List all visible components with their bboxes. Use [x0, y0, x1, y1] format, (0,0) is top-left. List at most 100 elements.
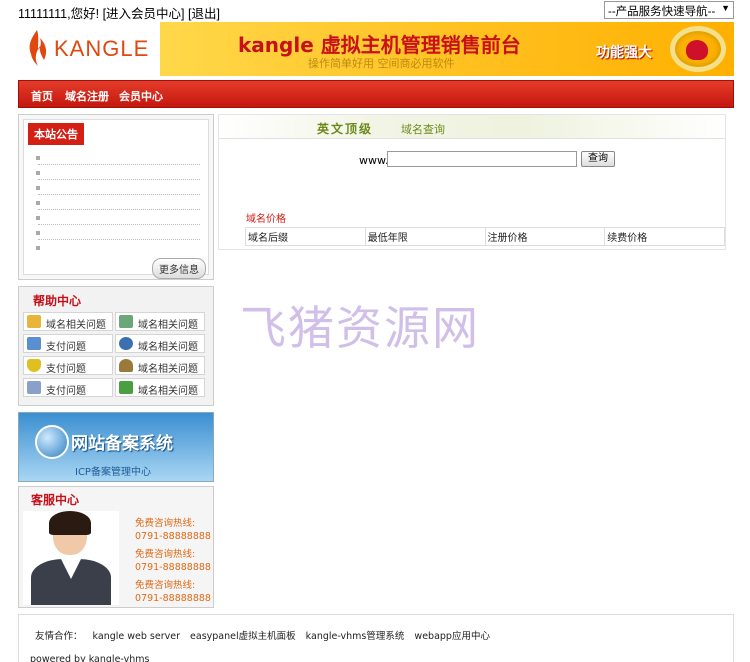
- promo-banner: kangle 虚拟主机管理销售前台 操作简单好用 空间商必用软件 功能强大: [160, 22, 734, 76]
- domain-price-table: 域名后缀 最低年限 注册价格 续费价格: [245, 227, 725, 246]
- help-item[interactable]: 域名相关问题: [23, 312, 113, 331]
- download-icon: [119, 381, 133, 394]
- notice-title: 本站公告: [28, 123, 84, 145]
- domain-search-input[interactable]: [387, 151, 577, 167]
- hotline-number: 0791-88888888: [135, 562, 211, 573]
- help-item-label: 支付问题: [46, 364, 86, 375]
- nav-home[interactable]: 首页: [31, 88, 53, 104]
- list-bullet: [36, 216, 40, 220]
- hotline-label: 免费咨询热线:: [135, 518, 196, 529]
- card-icon: [27, 381, 41, 394]
- hotline-number: 0791-88888888: [135, 593, 211, 604]
- help-item-label: 域名相关问题: [138, 320, 198, 331]
- icp-beian-banner[interactable]: 网站备案系统 ICP备案管理中心: [18, 412, 214, 482]
- powered-by: powered by kangle-vhms: [30, 654, 150, 662]
- quick-nav-select[interactable]: --产品服务快速导航-- ▼: [604, 1, 734, 19]
- notice-item[interactable]: [38, 224, 200, 225]
- hotline-label: 免费咨询热线:: [135, 580, 196, 591]
- friend-links-label: 友情合作：: [35, 631, 83, 642]
- banner-subtitle: 操作简单好用 空间商必用软件: [308, 57, 455, 70]
- friend-link[interactable]: kangle web server: [93, 631, 180, 642]
- user-greeting: 11111111,您好! [进入会员中心] [退出]: [18, 3, 220, 22]
- help-item[interactable]: 域名相关问题: [115, 334, 205, 353]
- column-header: 续费价格: [604, 227, 725, 246]
- folder-icon: [27, 315, 41, 328]
- hotline: 免费咨询热线: 0791-88888888: [135, 548, 211, 574]
- customer-service-panel: 客服中心 免费咨询热线: 0791-88888888 免费咨询热线: 0791-…: [18, 486, 214, 608]
- nav-member-center[interactable]: 会员中心: [119, 88, 163, 104]
- help-center-title: 帮助中心: [33, 294, 82, 308]
- beian-subtitle: ICP备案管理中心: [75, 467, 151, 478]
- top-bar: 11111111,您好! [进入会员中心] [退出] --产品服务快速导航-- …: [0, 0, 750, 22]
- shield-icon: [27, 359, 41, 372]
- list-bullet: [36, 156, 40, 160]
- list-bullet: [36, 186, 40, 190]
- friend-link[interactable]: webapp应用中心: [414, 631, 490, 642]
- beian-title: 网站备案系统: [71, 434, 173, 454]
- tab-domain-query[interactable]: 域名查询: [401, 121, 445, 137]
- list-bullet: [36, 246, 40, 250]
- service-agent-image: [23, 511, 119, 605]
- more-info-button[interactable]: 更多信息: [152, 258, 206, 279]
- hotline: 免费咨询热线: 0791-88888888: [135, 517, 211, 543]
- member-center-link[interactable]: [进入会员中心]: [103, 7, 185, 21]
- help-item[interactable]: 域名相关问题: [115, 378, 205, 397]
- notice-item[interactable]: [38, 164, 200, 165]
- notice-item[interactable]: [38, 209, 200, 210]
- domain-price-title: 域名价格: [246, 214, 286, 225]
- header-banner: KANGLE kangle 虚拟主机管理销售前台 操作简单好用 空间商必用软件 …: [18, 22, 734, 76]
- help-item-label: 域名相关问题: [138, 364, 198, 375]
- service-title: 客服中心: [31, 493, 80, 507]
- list-bullet: [36, 231, 40, 235]
- hotline-number: 0791-88888888: [135, 531, 211, 542]
- help-item-label: 域名相关问题: [46, 320, 106, 331]
- banner-title: kangle 虚拟主机管理销售前台: [238, 33, 521, 57]
- site-logo[interactable]: KANGLE: [18, 22, 156, 76]
- heart-icon: [686, 40, 708, 60]
- globe-icon: [35, 425, 69, 459]
- footer: 友情合作： kangle web server easypanel虚拟主机面板 …: [18, 614, 734, 662]
- domain-query-panel: 英文顶级 域名查询 www. 查询 域名价格 域名后缀 最低年限 注册价格 续费…: [218, 114, 726, 250]
- domain-prefix-label: www.: [359, 154, 389, 167]
- help-item-label: 支付问题: [46, 342, 86, 353]
- help-item[interactable]: 支付问题: [23, 334, 113, 353]
- column-header: 注册价格: [484, 227, 606, 246]
- help-item[interactable]: 域名相关问题: [115, 312, 205, 331]
- help-item[interactable]: 支付问题: [23, 356, 113, 375]
- notice-inner: 本站公告 更多信息: [23, 119, 209, 279]
- friend-link[interactable]: kangle-vhms管理系统: [306, 631, 405, 642]
- notice-panel: 本站公告 更多信息: [18, 114, 214, 280]
- agent-hair: [49, 511, 91, 535]
- help-item-label: 域名相关问题: [138, 386, 198, 397]
- friend-link[interactable]: easypanel虚拟主机面板: [190, 631, 296, 642]
- notice-item[interactable]: [38, 179, 200, 180]
- column-header: 域名后缀: [245, 227, 366, 246]
- tab-english-tld[interactable]: 英文顶级: [317, 120, 373, 137]
- help-center-panel: 帮助中心 域名相关问题 域名相关问题 支付问题 域名相关问题 支付问题 域名相关…: [18, 286, 214, 406]
- monitor-icon: [119, 315, 133, 328]
- banner-slogan: 功能强大: [596, 45, 652, 61]
- logo-text: KANGLE: [54, 36, 150, 61]
- main-nav: 首页 域名注册 会员中心: [18, 80, 734, 108]
- domain-tab-bar: 英文顶级 域名查询: [219, 115, 725, 139]
- watermark-text: 飞猪资源网: [240, 301, 480, 355]
- table-header-row: 域名后缀 最低年限 注册价格 续费价格: [245, 227, 725, 246]
- user-icon: [119, 359, 133, 372]
- eye-icon: [119, 337, 133, 350]
- chevron-down-icon: ▼: [721, 3, 730, 13]
- list-bullet: [36, 171, 40, 175]
- help-item-label: 域名相关问题: [138, 342, 198, 353]
- notice-item[interactable]: [38, 239, 200, 240]
- help-item-label: 支付问题: [46, 386, 86, 397]
- greeting-text: 11111111,您好!: [18, 7, 100, 21]
- help-item[interactable]: 域名相关问题: [115, 356, 205, 375]
- quick-nav-value: --产品服务快速导航--: [608, 6, 716, 18]
- logout-link[interactable]: [退出]: [188, 7, 220, 21]
- notice-item[interactable]: [38, 194, 200, 195]
- query-button[interactable]: 查询: [581, 151, 615, 167]
- nav-domain-register[interactable]: 域名注册: [65, 88, 109, 104]
- help-item[interactable]: 支付问题: [23, 378, 113, 397]
- computer-icon: [27, 337, 41, 350]
- flame-icon: [29, 30, 47, 66]
- list-bullet: [36, 201, 40, 205]
